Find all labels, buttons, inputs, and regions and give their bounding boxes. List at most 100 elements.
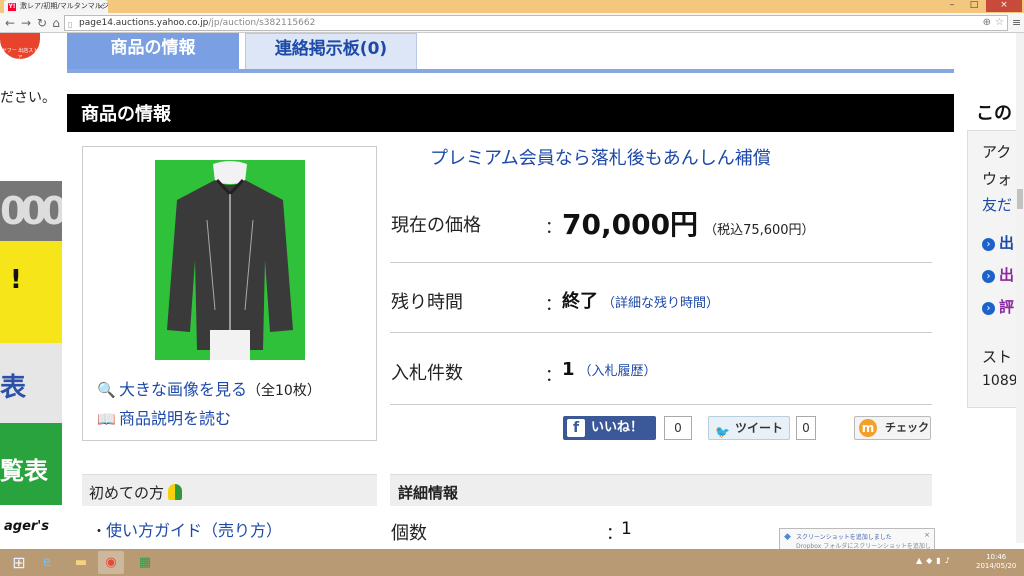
clock-date: 2014/05/20	[976, 562, 1017, 570]
item-tabs: 商品の情報 連絡掲示板(0)	[67, 33, 954, 73]
window-controls: – □ ×	[942, 0, 1022, 12]
tweet-button[interactable]: 🐦 ツイート	[708, 416, 790, 440]
tab-title: 激レア/初期/マルタンマルジェ	[20, 2, 108, 10]
bids-value: 1	[562, 359, 575, 380]
price-colon: ：	[545, 218, 562, 238]
page-scrollbar[interactable]	[1016, 33, 1024, 543]
right-item-3[interactable]: › 評	[982, 296, 1014, 317]
image-count: （全10枚）	[247, 383, 321, 399]
left-banner-2[interactable]: !	[0, 241, 62, 343]
right-box-title: この	[976, 103, 1012, 124]
notification-title: スクリーンショットを追加しました	[796, 534, 892, 541]
right-line-4: 1089	[982, 373, 1016, 389]
left-sidebar: ヤフー 出店ストア ださい。 000 ! 表 覧表 ager's	[0, 33, 62, 543]
page-viewport: ヤフー 出店ストア ださい。 000 ! 表 覧表 ager's 商品の情報 連…	[0, 33, 1016, 543]
quantity-value: 1	[621, 519, 632, 539]
yahoo-favicon-icon: Y!	[8, 3, 16, 11]
notification-close-icon[interactable]: ×	[924, 531, 930, 540]
time-value: 終了	[562, 291, 598, 312]
browser-tab[interactable]: Y! 激レア/初期/マルタンマルジェ ×	[4, 0, 108, 13]
price-label: 現在の価格	[391, 215, 481, 236]
home-icon[interactable]: ⌂	[48, 15, 64, 31]
read-description-label: 商品説明を読む	[119, 409, 232, 428]
bullet-icon: ・	[92, 524, 106, 540]
right-link-1[interactable]: 友だ	[982, 194, 1012, 215]
dropbox-icon: ◆	[784, 532, 791, 542]
magnifier-icon: 🔍	[97, 381, 116, 399]
tab-item-info[interactable]: 商品の情報	[67, 33, 239, 69]
premium-guarantee-link[interactable]: プレミアム会員なら落札後もあんしん補償	[430, 144, 771, 170]
first-time-box: 初めての方 ・使い方ガイド（売り方）	[82, 474, 377, 543]
book-icon: 📖	[97, 410, 116, 428]
minimize-icon[interactable]: –	[942, 0, 962, 12]
chrome-menu-icon[interactable]: ≡	[1012, 16, 1021, 29]
bids-colon: ：	[545, 366, 562, 386]
view-large-label: 大きな画像を見る	[119, 380, 248, 399]
window-close-icon[interactable]: ×	[986, 0, 1022, 12]
tweet-label: ツイート	[735, 421, 784, 435]
bids-row: 入札件数 ： 1 （入札履歴）	[390, 335, 932, 405]
right-info-box: アク ウォ 友だ › 出 › 出 › 評 スト 1089	[967, 130, 1016, 408]
store-badge[interactable]: ヤフー 出店ストア	[0, 33, 40, 61]
like-label: いいね！	[591, 420, 644, 435]
left-banner-1[interactable]: 000	[0, 181, 62, 241]
windows-start-icon[interactable]: ⊞	[6, 551, 32, 574]
usage-guide-link[interactable]: ・使い方ガイド（売り方）	[92, 517, 282, 541]
right-line-1: アク	[982, 143, 1012, 161]
file-explorer-icon[interactable]: ▬	[68, 551, 94, 574]
right-line-3: スト	[982, 348, 1013, 366]
bid-history-link[interactable]: （入札履歴）	[579, 364, 657, 379]
price-value: 70,000円	[562, 208, 699, 241]
system-tray-icons[interactable]: ▲◆▮♪	[916, 556, 954, 565]
item-photo[interactable]	[155, 160, 305, 360]
right-line-2: ウォ	[982, 170, 1013, 188]
facebook-like-button[interactable]: f いいね！	[563, 416, 656, 440]
tab-message-board[interactable]: 連絡掲示板(0)	[245, 33, 417, 69]
left-banner-3[interactable]: 表	[0, 343, 62, 423]
time-value-group: 終了 （詳細な残り時間）	[562, 287, 719, 313]
section-title: 商品の情報	[67, 94, 954, 132]
browser-toolbar: ← → ↻ ⌂ ▯ page14.auctions.yahoo.co.jp/jp…	[0, 13, 1024, 33]
time-label: 残り時間	[391, 292, 463, 313]
time-colon: ：	[545, 295, 562, 315]
twitter-bird-icon: 🐦	[715, 425, 730, 439]
clock-time: 10:46	[986, 553, 1007, 561]
internet-explorer-icon[interactable]: e	[34, 551, 60, 574]
chrome-icon[interactable]: ◉	[98, 551, 124, 574]
item-image-box: 🔍 大きな画像を見る（全10枚） 📖 商品説明を読む	[82, 146, 377, 441]
left-banner-4[interactable]: 覧表	[0, 423, 62, 505]
url-host: page14.auctions.yahoo.co.jp	[79, 18, 209, 28]
right-item-1[interactable]: › 出	[982, 232, 1014, 253]
quantity-label: 個数	[391, 523, 427, 543]
windows-taskbar: ⊞ e ▬ ◉ ▦ ▲◆▮♪ 10:46 2014/05/20	[0, 549, 1024, 576]
maximize-icon[interactable]: □	[964, 0, 984, 12]
bids-value-group: 1 （入札履歴）	[562, 359, 657, 380]
mixi-check-button[interactable]: m チェック	[854, 416, 931, 440]
page-icon: ▯	[68, 20, 73, 29]
price-tax: （税込75,600円）	[704, 223, 815, 238]
back-icon[interactable]: ←	[2, 15, 18, 31]
view-large-image-link[interactable]: 🔍 大きな画像を見る（全10枚）	[97, 376, 321, 400]
window-titlebar: Y! 激レア/初期/マルタンマルジェ × – □ ×	[0, 0, 1024, 13]
first-time-header: 初めての方	[82, 474, 377, 506]
zoom-icon[interactable]: ⊕	[983, 16, 991, 30]
forward-icon[interactable]: →	[18, 15, 34, 31]
first-time-title: 初めての方	[89, 484, 165, 502]
arrow-circle-icon: ›	[982, 270, 995, 283]
time-detail-link[interactable]: （詳細な残り時間）	[602, 296, 719, 311]
left-banner-5[interactable]: ager's	[0, 505, 62, 543]
read-description-link[interactable]: 📖 商品説明を読む	[97, 405, 231, 429]
price-value-group: 70,000円 （税込75,600円）	[562, 203, 815, 243]
jacket-image	[155, 160, 305, 360]
scrollbar-thumb[interactable]	[1017, 189, 1023, 209]
details-header: 詳細情報	[390, 474, 932, 506]
bookmark-star-icon[interactable]: ☆	[995, 16, 1004, 30]
right-item-2[interactable]: › 出	[982, 264, 1014, 285]
arrow-circle-icon: ›	[982, 302, 995, 315]
time-left-row: 残り時間 ： 終了 （詳細な残り時間）	[390, 263, 932, 333]
taskbar-clock[interactable]: 10:46 2014/05/20	[976, 553, 1016, 571]
tab-close-icon[interactable]: ×	[97, 0, 104, 13]
address-bar[interactable]: ▯ page14.auctions.yahoo.co.jp/jp/auction…	[64, 15, 1008, 31]
excel-icon[interactable]: ▦	[132, 551, 158, 574]
mixi-icon: m	[859, 419, 877, 437]
